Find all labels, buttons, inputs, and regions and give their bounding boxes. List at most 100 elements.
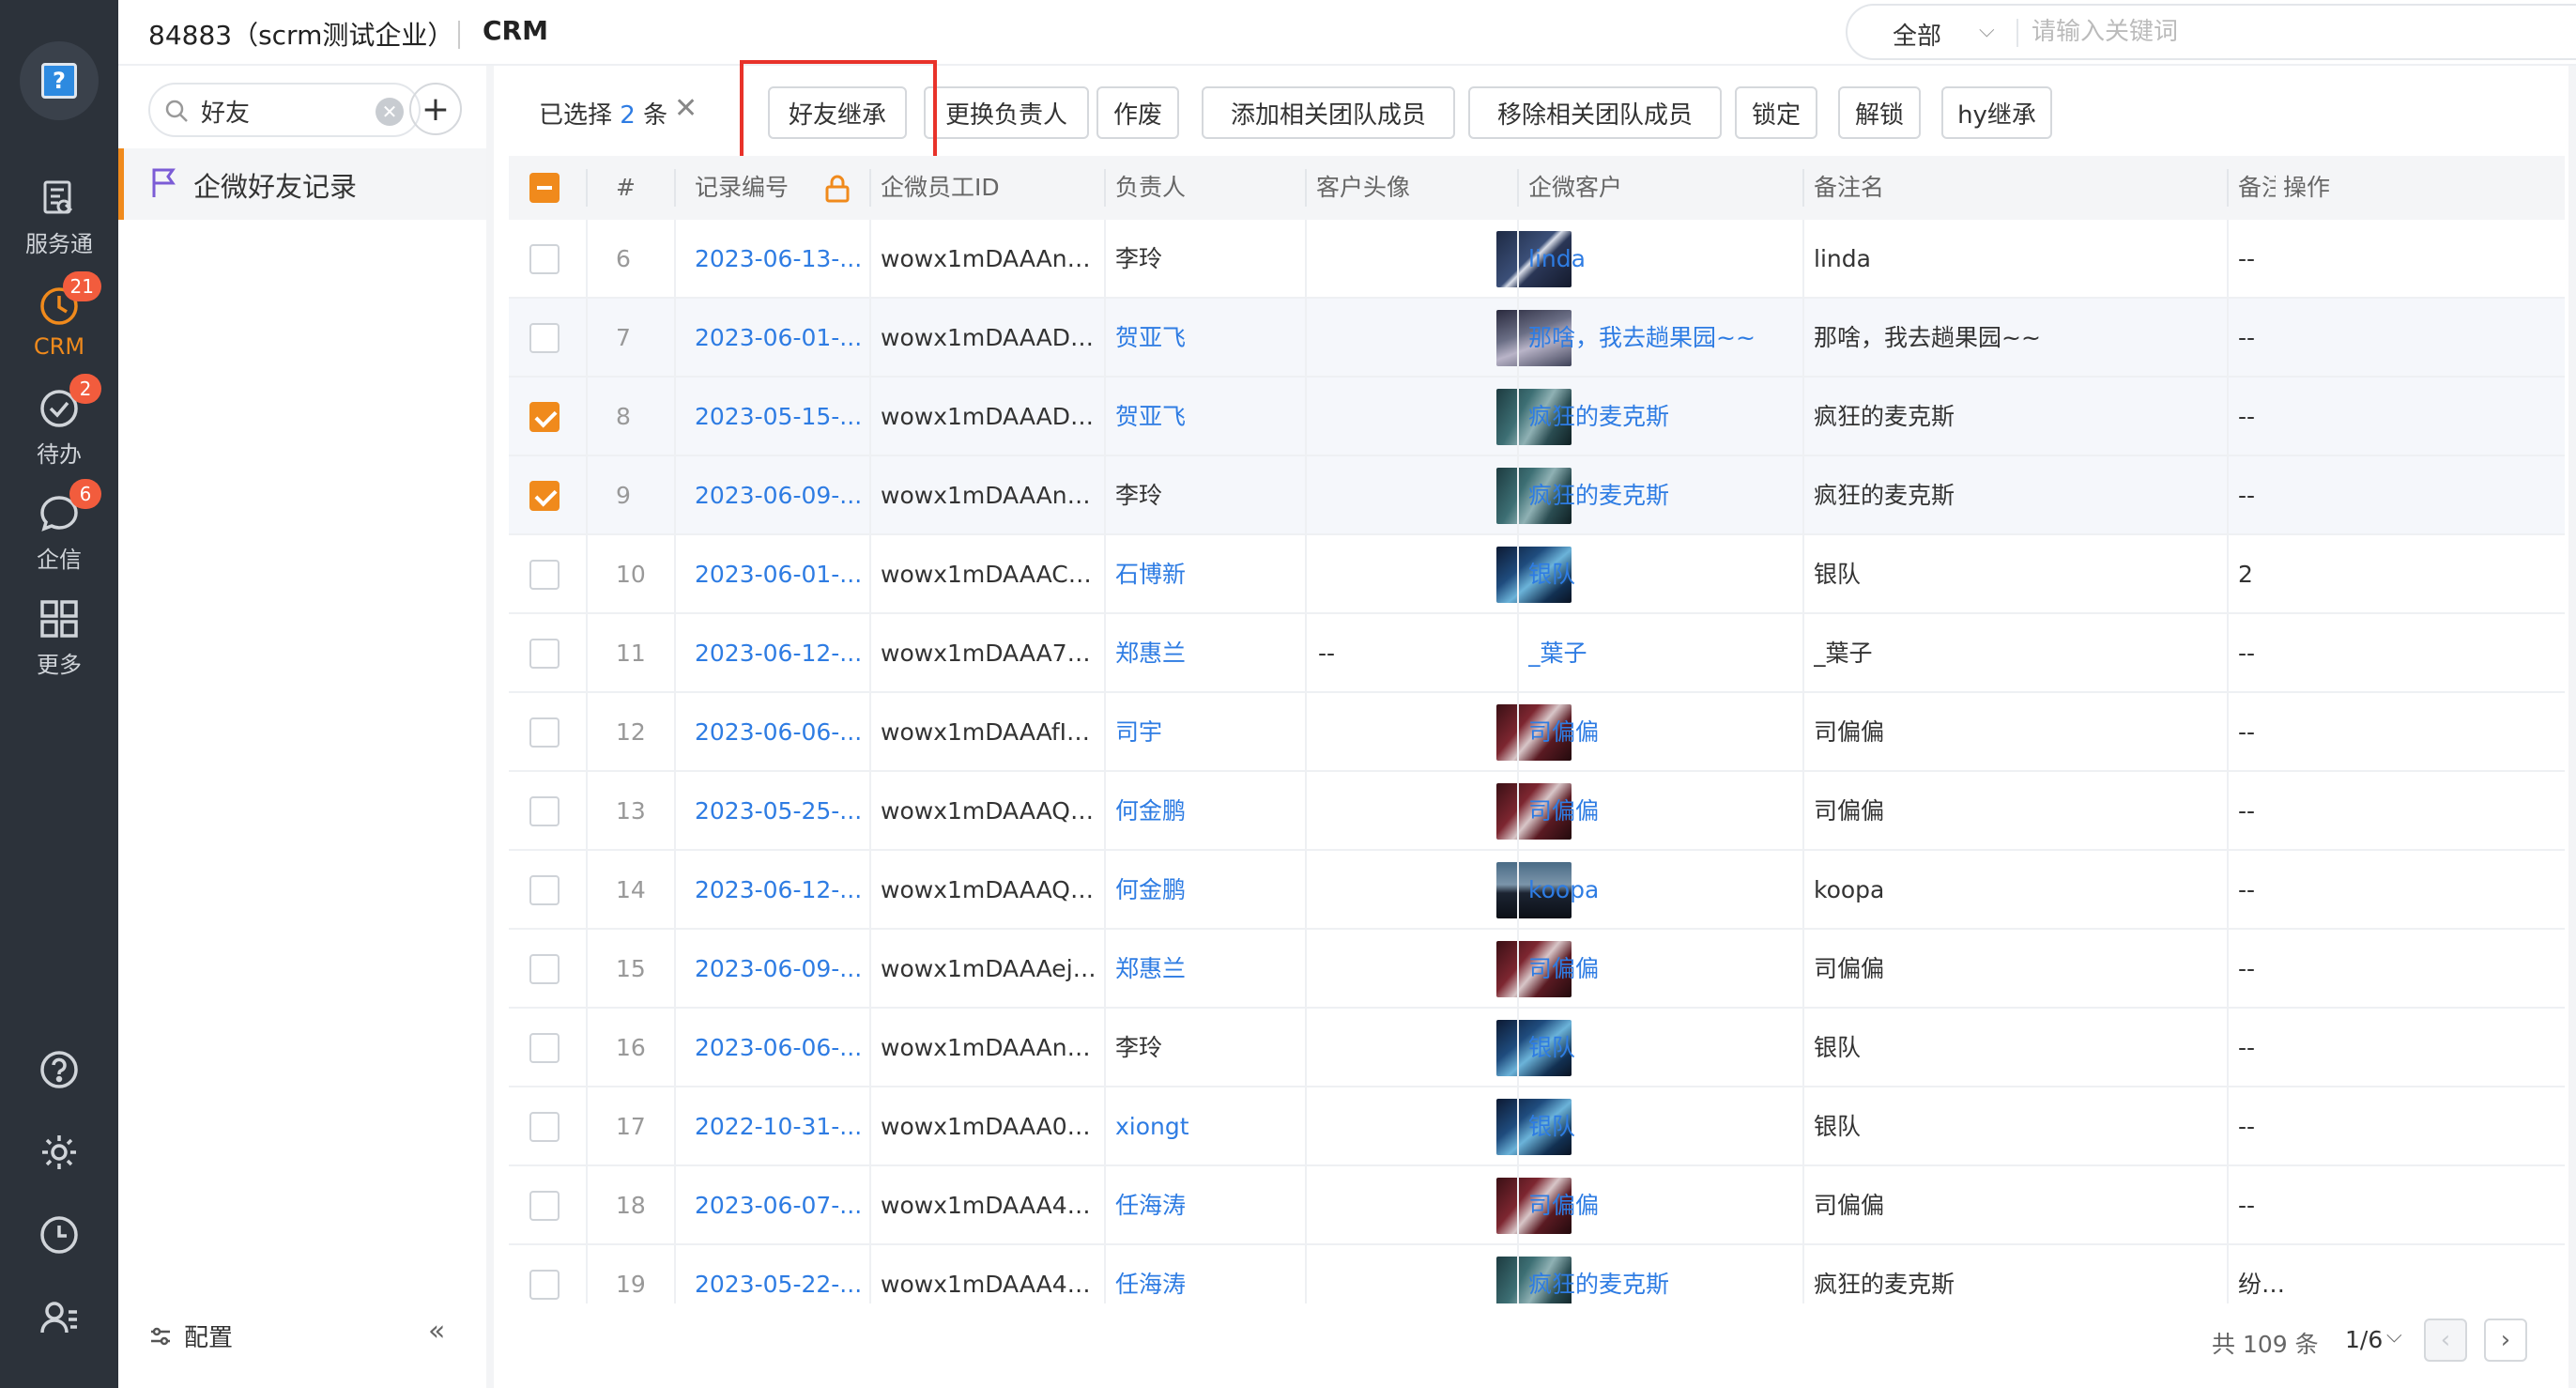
column-header-record[interactable]: 记录编号 [695, 156, 789, 220]
record-number-link[interactable]: 2023-05-25-... [695, 772, 864, 851]
row-checkbox[interactable] [529, 1191, 560, 1221]
row-checkbox[interactable] [529, 402, 560, 432]
table-row[interactable]: 16 2023-06-06-... wowx1mDAAAn3Jn5oAtsZvknx… [509, 1009, 2565, 1087]
settings-button[interactable] [0, 1119, 118, 1185]
void-button[interactable]: 作废 [1096, 86, 1179, 139]
add-team-member-button[interactable]: 添加相关团队成员 [1202, 86, 1455, 139]
owner-name[interactable]: xiongt [1115, 1087, 1189, 1166]
customer-link[interactable]: 司偏偏 [1528, 772, 1797, 851]
customer-link[interactable]: 那啥，我去趟果园~~ [1528, 299, 1797, 378]
row-checkbox[interactable] [529, 560, 560, 590]
table-row[interactable]: 9 2023-06-09-... wowx1mDAAAn3Jn5oAtsZvknxJ… [509, 456, 2565, 535]
customer-link[interactable]: _葉子 [1528, 614, 1797, 693]
sidebar-item-friend-records[interactable]: 企微好友记录 [118, 148, 486, 220]
row-checkbox[interactable] [529, 481, 560, 511]
table-row[interactable]: 6 2023-06-13-... wowx1mDAAAn3Jn5oAtsZvknxJ… [509, 220, 2565, 299]
row-checkbox[interactable] [529, 717, 560, 748]
record-number-link[interactable]: 2023-05-15-... [695, 378, 864, 456]
owner-name[interactable]: 贺亚飞 [1115, 299, 1186, 378]
record-number-link[interactable]: 2023-06-09-... [695, 930, 864, 1009]
prev-page-button[interactable]: ‹ [2424, 1319, 2467, 1362]
owner-name[interactable]: 何金鹏 [1115, 772, 1186, 851]
row-checkbox[interactable] [529, 875, 560, 905]
owner-name[interactable]: 贺亚飞 [1115, 378, 1186, 456]
hy-inherit-button[interactable]: hy继承 [1941, 86, 2052, 139]
next-page-button[interactable]: › [2484, 1319, 2527, 1362]
clear-icon[interactable]: ✕ [376, 98, 404, 126]
table-row[interactable]: 18 2023-06-07-... wowx1mDAAA4P7EQT6R4Vb4Cc… [509, 1166, 2565, 1245]
customer-link[interactable]: 司偏偏 [1528, 693, 1797, 772]
record-number-link[interactable]: 2022-10-31-... [695, 1087, 864, 1166]
page-indicator[interactable]: 1/6 [2345, 1326, 2383, 1353]
table-row[interactable]: 7 2023-06-01-... wowx1mDAAADxZLsTC-FoZDG2j… [509, 299, 2565, 378]
remove-team-member-button[interactable]: 移除相关团队成员 [1468, 86, 1722, 139]
column-header-employee-id[interactable]: 企微员工ID [881, 156, 1000, 220]
customer-link[interactable]: 司偏偏 [1528, 1166, 1797, 1245]
record-number-link[interactable]: 2023-06-09-... [695, 456, 864, 535]
rail-item-todo[interactable]: 2 待办 [0, 373, 118, 479]
customer-link[interactable]: 银队 [1528, 535, 1797, 614]
customer-link[interactable]: 银队 [1528, 1087, 1797, 1166]
table-row[interactable]: 11 2023-06-12-... wowx1mDAAA7vRoMG4ea0A8LS… [509, 614, 2565, 693]
record-number-link[interactable]: 2023-06-07-... [695, 1166, 864, 1245]
table-row[interactable]: 13 2023-05-25-... wowx1mDAAAQ4AYiPQTLYFSND… [509, 772, 2565, 851]
history-button[interactable] [0, 1202, 118, 1268]
chevron-down-icon[interactable]: ⌵ [1979, 19, 1995, 42]
row-checkbox[interactable] [529, 323, 560, 353]
record-number-link[interactable]: 2023-06-01-... [695, 299, 864, 378]
table-row[interactable]: 12 2023-06-06-... wowx1mDAAAfI2GN66w3Cu5Nv… [509, 693, 2565, 772]
owner-name[interactable]: 何金鹏 [1115, 851, 1186, 930]
collapse-icon[interactable]: « [428, 1315, 445, 1348]
record-number-link[interactable]: 2023-06-13-... [695, 220, 864, 299]
record-number-link[interactable]: 2023-06-12-... [695, 614, 864, 693]
row-checkbox[interactable] [529, 1270, 560, 1300]
owner-name[interactable]: 郑惠兰 [1115, 614, 1186, 693]
column-header-remark[interactable]: 备注名 [1814, 156, 1884, 220]
column-header-owner[interactable]: 负责人 [1115, 156, 1186, 220]
rail-item-service[interactable]: 服务通 [0, 165, 118, 269]
column-header-note[interactable]: 备注 [2238, 156, 2276, 220]
rail-item-crm[interactable]: 21 CRM [0, 270, 118, 374]
customer-link[interactable]: 司偏偏 [1528, 930, 1797, 1009]
row-checkbox[interactable] [529, 244, 560, 274]
owner-name[interactable]: 任海涛 [1115, 1166, 1186, 1245]
record-number-link[interactable]: 2023-06-01-... [695, 535, 864, 614]
search-input[interactable] [2032, 13, 2576, 51]
customer-link[interactable]: koopa [1528, 851, 1797, 930]
lock-button[interactable]: 锁定 [1735, 86, 1817, 139]
company-logo[interactable]: ? [20, 41, 99, 120]
table-row[interactable]: 14 2023-06-12-... wowx1mDAAAQ4AYiPQTLYFSND… [509, 851, 2565, 930]
row-checkbox[interactable] [529, 1033, 560, 1063]
row-checkbox[interactable] [529, 1112, 560, 1142]
owner-name[interactable]: 郑惠兰 [1115, 930, 1186, 1009]
profile-button[interactable] [0, 1285, 118, 1350]
config-button[interactable]: 配置 [148, 1319, 233, 1353]
rail-item-message[interactable]: 6 企信 [0, 478, 118, 584]
table-row[interactable]: 17 2022-10-31-... wowx1mDAAA0H5NHlre-zbsXd… [509, 1087, 2565, 1166]
owner-name[interactable]: 石博新 [1115, 535, 1186, 614]
record-number-link[interactable]: 2023-06-06-... [695, 693, 864, 772]
add-button[interactable]: + [409, 83, 462, 135]
rail-item-more[interactable]: 更多 [0, 586, 118, 689]
table-row[interactable]: 8 2023-05-15-... wowx1mDAAADxZLsTC-FoZDG2j… [509, 378, 2565, 456]
customer-link[interactable]: 疯狂的麦克斯 [1528, 456, 1797, 535]
customer-link[interactable]: 疯狂的麦克斯 [1528, 378, 1797, 456]
select-all-checkbox[interactable] [529, 173, 560, 203]
sidebar-search-input[interactable] [201, 94, 360, 128]
customer-link[interactable]: linda [1528, 220, 1797, 299]
unlock-button[interactable]: 解锁 [1838, 86, 1921, 139]
table-row[interactable]: 15 2023-06-09-... wowx1mDAAAejulfqJwZO0an0… [509, 930, 2565, 1009]
row-checkbox[interactable] [529, 639, 560, 669]
owner-name[interactable]: 司宇 [1115, 693, 1162, 772]
help-button[interactable] [0, 1037, 118, 1103]
search-scope-select[interactable]: 全部 [1893, 17, 1941, 52]
customer-link[interactable]: 银队 [1528, 1009, 1797, 1087]
chevron-down-icon[interactable]: ⌵ [2386, 1324, 2402, 1348]
record-number-link[interactable]: 2023-06-06-... [695, 1009, 864, 1087]
table-row[interactable]: 10 2023-06-01-... wowx1mDAAACfqm_NsUY9FcuZ… [509, 535, 2565, 614]
row-checkbox[interactable] [529, 954, 560, 984]
change-owner-button[interactable]: 更换负责人 [924, 86, 1089, 139]
record-number-link[interactable]: 2023-06-12-... [695, 851, 864, 930]
clear-selection-icon[interactable]: ✕ [674, 92, 698, 125]
column-header-customer[interactable]: 企微客户 [1528, 156, 1622, 220]
